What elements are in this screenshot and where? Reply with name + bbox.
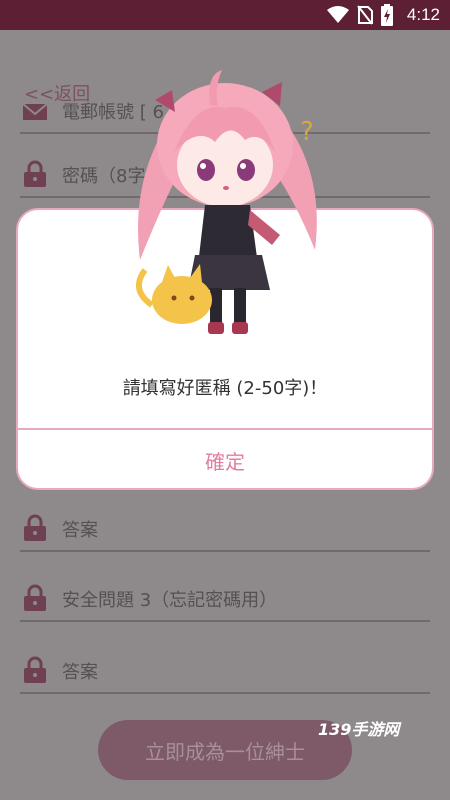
answer-field-2[interactable]: 答案 [20,506,430,552]
answer-field-3[interactable]: 答案 [20,648,430,694]
status-bar: 4:12 [0,0,450,30]
wifi-icon [326,6,349,23]
watermark: 139手游网 [318,720,400,739]
dialog-divider [18,428,432,430]
battery-charging-icon [380,4,393,26]
confirm-button[interactable]: 確定 [18,432,432,488]
answer-field-2-placeholder: 答案 [62,520,98,541]
lock-icon [24,514,46,541]
submit-button[interactable]: 立即成為一位紳士 [98,720,352,780]
no-sim-icon [357,5,373,25]
lock-icon [24,656,46,683]
answer-field-3-placeholder: 答案 [62,662,98,683]
status-time: 4:12 [406,5,440,24]
mascot-illustration: ? [135,70,317,334]
svg-text:?: ? [300,117,314,147]
lock-icon [24,160,46,187]
mail-icon [22,103,48,120]
security-question-3-placeholder: 安全問題 3（忘記密碼用） [62,590,278,611]
status-icons: 4:12 [326,4,440,26]
security-question-3-field[interactable]: 安全問題 3（忘記密碼用） [20,576,430,622]
lock-icon [24,584,46,611]
dialog-message: 請填寫好匿稱 (2-50字)！ [122,378,328,399]
